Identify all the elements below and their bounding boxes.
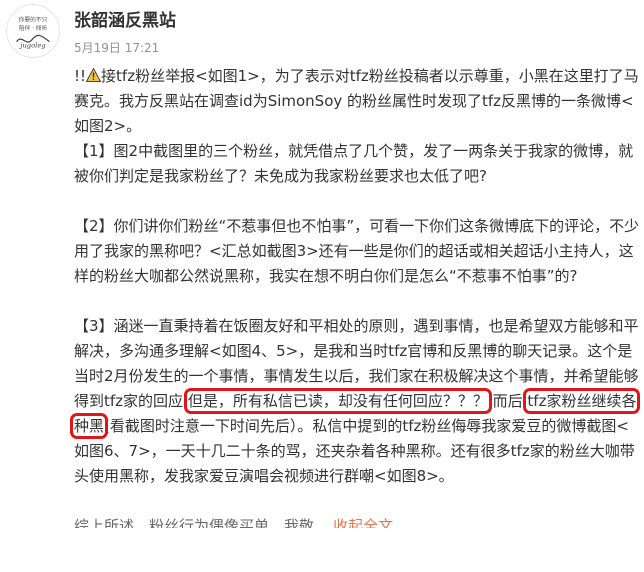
paragraph-point-1: 【1】图2中截图里的三个粉丝，就凭借点了几个赞，发了一两条关于我家的微博，就被你… <box>74 142 634 185</box>
paragraph-intro: !! 接tfz粉丝举报<如图1>，为了表示对tfz粉丝投稿者以示尊重，小黑在这里打… <box>74 64 640 139</box>
post-content: !! 接tfz粉丝举报<如图1>，为了表示对tfz粉丝投稿者以示尊重，小黑在这里打… <box>69 64 641 528</box>
intro-text: 接tfz粉丝举报<如图1>，为了表示对tfz粉丝投稿者以示尊重，小黑在这里打了马… <box>74 67 639 135</box>
warning-icon <box>85 65 102 82</box>
exclamation-text: !! <box>74 67 87 85</box>
post-timestamp[interactable]: 5月19日 17:21 <box>74 40 159 56</box>
svg-text:陪伴 · 倾听: 陪伴 · 倾听 <box>19 24 48 32</box>
svg-text:你要的不只: 你要的不只 <box>19 15 48 23</box>
avatar[interactable]: 你要的不只 陪伴 · 倾听 jugoleg <box>6 4 60 58</box>
avatar-signature-logo: 你要的不只 陪伴 · 倾听 jugoleg <box>16 15 50 49</box>
point-3-text-end: (看截图时注意一下时间先后）。私信中提到的tfz粉丝侮辱我家爱豆的微博截图<如图… <box>74 417 635 485</box>
point-3-text-mid: 而后 <box>492 392 523 410</box>
conclusion-text: 综上所述，粉丝行为偶像买单，我敬... <box>74 517 329 528</box>
paragraph-conclusion-truncated: 综上所述，粉丝行为偶像买单，我敬... 收起全文 <box>74 514 640 528</box>
collapse-full-text-link[interactable]: 收起全文 <box>333 517 393 528</box>
paragraph-point-3: 【3】涵迷一直秉持着在饭圈友好和平相处的原则，遇到事情，也是希望双方能够和平解决… <box>69 314 641 489</box>
author-name[interactable]: 张韶涵反黑站 <box>74 10 176 32</box>
svg-text:jugoleg: jugoleg <box>18 41 46 49</box>
highlighted-no-response-text: 但是，所有私信已读，却没有任何回应？？？ <box>183 388 492 414</box>
paragraph-point-2: 【2】你们讲你们粉丝“不惹事但也不怕事”，可看一下你们这条微博底下的评论，不少用… <box>74 217 640 285</box>
